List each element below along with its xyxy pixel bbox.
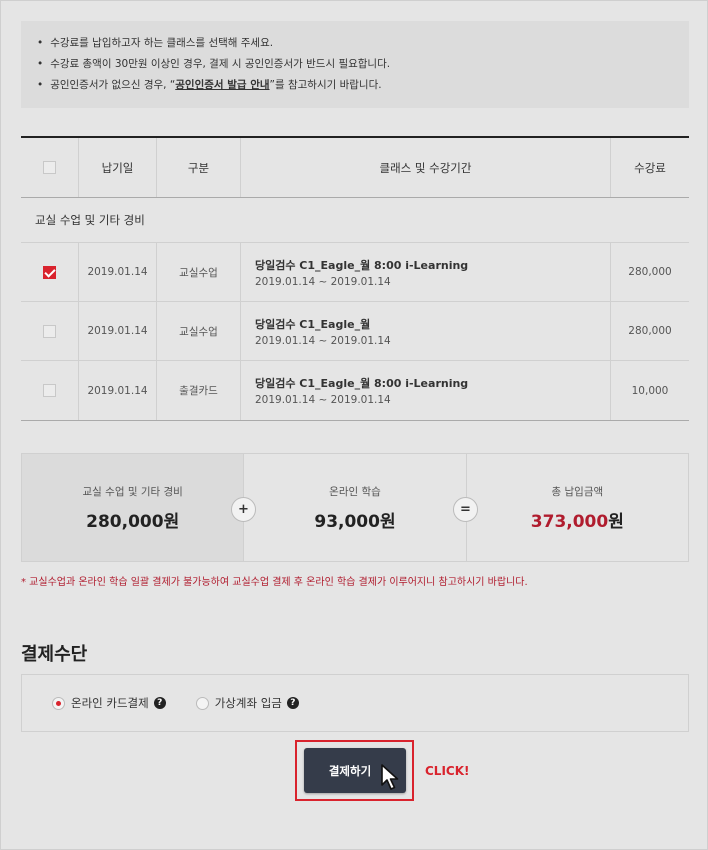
currency-unit: 원: [379, 511, 396, 532]
group-label: 교실 수업 및 기타 경비: [21, 198, 689, 243]
row-class-name: 당일검수 C1_Eagle_월 8:00 i-Learning: [255, 377, 469, 390]
row-date: 2019.01.14: [79, 302, 157, 360]
online-total-amount: 93,000: [314, 511, 380, 532]
notice-box: 수강료를 납입하고자 하는 클래스를 선택해 주세요. 수강료 총액이 30만원…: [21, 21, 689, 108]
classroom-total-amount: 280,000: [86, 511, 164, 532]
payment-warning: * 교실수업과 온라인 학습 일괄 결제가 불가능하여 교실수업 결제 후 온라…: [21, 577, 528, 588]
plus-icon: +: [231, 497, 256, 522]
row-fee: 10,000: [631, 384, 669, 397]
row-date: 2019.01.14: [79, 243, 157, 301]
header-type: 구분: [157, 138, 241, 197]
radio-account[interactable]: [195, 696, 209, 710]
grand-total-box: 총 납입금액 373,000원: [465, 454, 688, 561]
payment-method-box: 온라인 카드결제 ? 가상계좌 입금 ?: [21, 674, 689, 732]
certificate-guide-link[interactable]: 공인인증서 발급 안내: [175, 79, 269, 91]
help-icon[interactable]: ?: [286, 697, 299, 709]
row-type: 교실수업: [157, 302, 241, 360]
row-class-name: 당일검수 C1_Eagle_월 8:00 i-Learning: [255, 258, 469, 272]
help-icon[interactable]: ?: [153, 697, 166, 709]
table-header: 납기일 구분 클래스 및 수강기간 수강료: [21, 138, 689, 198]
payment-method-title: 결제수단: [21, 644, 88, 665]
option-virtual-account[interactable]: 가상계좌 입금 ?: [195, 695, 299, 711]
cursor-icon: [381, 764, 399, 790]
option-account-label: 가상계좌 입금: [214, 696, 282, 710]
row-checkbox[interactable]: [43, 265, 56, 279]
header-due-date: 납기일: [79, 138, 157, 197]
table-row: 2019.01.14 교실수업 당일검수 C1_Eagle_월 8:00 i-L…: [21, 243, 689, 302]
row-date: 2019.01.14: [79, 361, 157, 420]
option-card-label: 온라인 카드결제: [71, 696, 149, 710]
currency-unit: 원: [163, 511, 180, 532]
row-type: 출결카드: [157, 361, 241, 420]
row-checkbox[interactable]: [43, 324, 56, 338]
row-class-name: 당일검수 C1_Eagle_월: [255, 317, 371, 331]
row-period: 2019.01.14 ~ 2019.01.14: [255, 394, 391, 406]
equals-icon: =: [453, 497, 478, 522]
header-fee: 수강료: [634, 160, 666, 175]
fee-table: 납기일 구분 클래스 및 수강기간 수강료 교실 수업 및 기타 경비 2019…: [21, 136, 689, 421]
row-checkbox[interactable]: [43, 384, 56, 397]
classroom-total-label: 교실 수업 및 기타 경비: [82, 485, 183, 498]
row-fee: 280,000: [628, 266, 672, 278]
table-row: 2019.01.14 출결카드 당일검수 C1_Eagle_월 8:00 i-L…: [21, 361, 689, 420]
grand-total-label: 총 납입금액: [551, 485, 604, 498]
option-card-payment[interactable]: 온라인 카드결제 ?: [52, 695, 166, 711]
online-total-label: 온라인 학습: [329, 485, 381, 498]
notice-line-3: 공인인증서가 없으신 경우, “공인인증서 발급 안내”를 참고하시기 바랍니다…: [37, 77, 689, 98]
select-all-checkbox[interactable]: [43, 161, 56, 174]
table-row: 2019.01.14 교실수업 당일검수 C1_Eagle_월 2019.01.1…: [21, 302, 689, 361]
row-period: 2019.01.14 ~ 2019.01.14: [255, 334, 391, 347]
online-total-box: 온라인 학습 93,000원: [243, 454, 465, 561]
header-class: 클래스 및 수강기간: [241, 138, 611, 197]
radio-card[interactable]: [52, 696, 65, 710]
classroom-total-box: 교실 수업 및 기타 경비 280,000원: [22, 454, 244, 561]
currency-unit: 원: [608, 511, 624, 532]
notice-line-2: 수강료 총액이 30만원 이상인 경우, 결제 시 공인인증서가 반드시 필요합…: [37, 56, 689, 77]
grand-total-amount: 373,000: [530, 511, 609, 532]
click-annotation: CLICK!: [425, 764, 470, 778]
row-type: 교실수업: [157, 243, 241, 301]
row-period: 2019.01.14 ~ 2019.01.14: [255, 275, 391, 288]
payment-summary: 교실 수업 및 기타 경비 280,000원 온라인 학습 93,000원 총 …: [21, 453, 689, 562]
notice-line-1: 수강료를 납입하고자 하는 클래스를 선택해 주세요.: [37, 35, 689, 56]
row-fee: 280,000: [628, 325, 672, 337]
